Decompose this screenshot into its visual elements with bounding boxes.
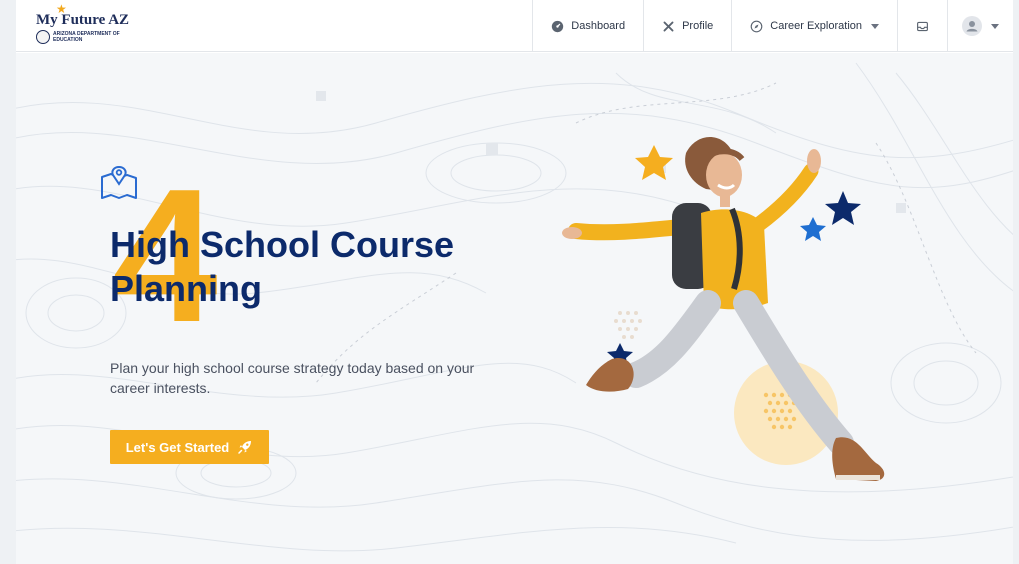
brand-title: My Future AZ <box>36 12 130 28</box>
brand-subtitle: ARIZONA DEPARTMENT OF EDUCATION <box>53 31 120 43</box>
app-frame: ★ My Future AZ ARIZONA DEPARTMENT OF EDU… <box>16 0 1013 564</box>
inbox-icon <box>917 21 928 31</box>
nav-profile[interactable]: Profile <box>643 0 731 52</box>
top-navbar: ★ My Future AZ ARIZONA DEPARTMENT OF EDU… <box>16 0 1013 52</box>
profile-tools-icon <box>663 21 674 31</box>
brand-logo[interactable]: ★ My Future AZ ARIZONA DEPARTMENT OF EDU… <box>36 2 156 48</box>
state-seal-icon <box>36 30 50 44</box>
nav-dashboard[interactable]: Dashboard <box>532 0 643 52</box>
rocket-icon <box>238 441 252 454</box>
nav-dashboard-label: Dashboard <box>571 20 626 32</box>
get-started-button[interactable]: Let's Get Started <box>110 430 269 464</box>
chevron-down-icon <box>871 23 879 29</box>
user-avatar-icon <box>962 16 982 36</box>
nav-career-exploration[interactable]: Career Exploration <box>731 0 897 52</box>
compass-icon <box>750 20 763 32</box>
nav-profile-label: Profile <box>682 20 714 32</box>
student-jumping-illustration <box>562 136 885 481</box>
nav-career-exploration-label: Career Exploration <box>770 20 862 32</box>
page-title: High School Course Planning <box>110 224 455 309</box>
nav-inbox[interactable] <box>897 0 947 52</box>
nav-user-menu[interactable] <box>947 0 1013 52</box>
get-started-label: Let's Get Started <box>125 439 230 455</box>
hero-section: 4 High School Course Planning Plan your … <box>16 53 1013 564</box>
main-nav: Dashboard Profile Career Exploration <box>532 0 1013 52</box>
page-subtitle: Plan your high school course strategy to… <box>110 360 475 396</box>
dashboard-icon <box>552 20 564 32</box>
brand-subtitle-row: ARIZONA DEPARTMENT OF EDUCATION <box>36 30 133 44</box>
user-menu-chevron-icon <box>991 23 999 29</box>
